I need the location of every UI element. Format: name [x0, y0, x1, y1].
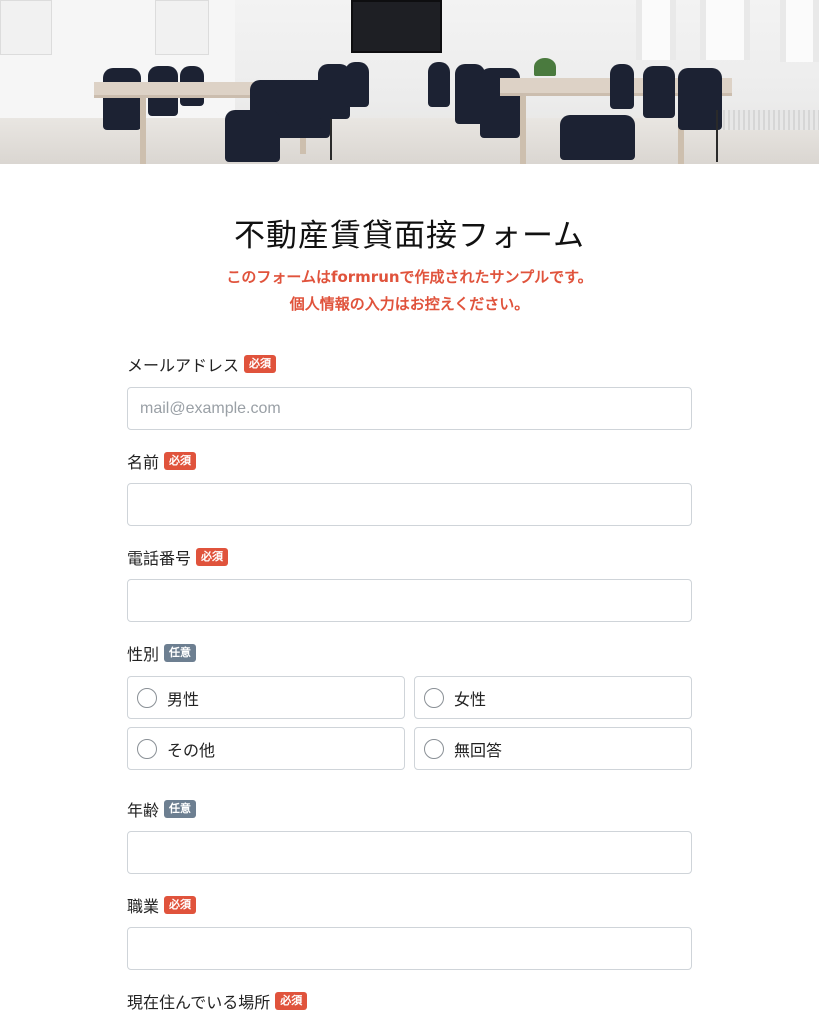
occupation-label: 職業: [127, 897, 160, 916]
header-image: [0, 0, 819, 164]
gender-option-female[interactable]: 女性: [414, 676, 692, 719]
required-badge: 必須: [164, 452, 197, 470]
age-field[interactable]: [127, 831, 692, 874]
email-field[interactable]: [127, 387, 692, 430]
option-label: 男性: [167, 689, 200, 709]
age-label-row: 年齢 任意: [127, 797, 197, 821]
required-badge: 必須: [196, 548, 229, 566]
gender-option-other[interactable]: その他: [127, 727, 405, 770]
name-label: 名前: [127, 453, 160, 472]
email-label: メールアドレス: [127, 356, 240, 375]
gender-option-male[interactable]: 男性: [127, 676, 405, 719]
occupation-label-row: 職業 必須: [127, 893, 197, 917]
gender-label-row: 性別 任意: [127, 641, 197, 665]
occupation-field[interactable]: [127, 927, 692, 970]
required-badge: 必須: [164, 896, 197, 914]
gender-option-no-answer[interactable]: 無回答: [414, 727, 692, 770]
option-label: 女性: [454, 689, 487, 709]
privacy-notice: 個人情報の入力はお控えください。: [289, 295, 530, 313]
optional-badge: 任意: [164, 644, 197, 662]
residence-label-row: 現在住んでいる場所 必須: [127, 989, 308, 1013]
option-label: 無回答: [454, 740, 503, 760]
radio-icon[interactable]: [137, 738, 157, 759]
optional-badge: 任意: [164, 800, 197, 818]
required-badge: 必須: [275, 992, 308, 1010]
age-label: 年齢: [127, 801, 160, 820]
radio-icon[interactable]: [424, 687, 444, 708]
phone-label-row: 電話番号 必須: [127, 545, 229, 569]
sample-notice: このフォームはformrunで作成されたサンプルです。: [226, 268, 593, 286]
option-label: その他: [167, 740, 216, 760]
required-badge: 必須: [244, 355, 277, 373]
radio-icon[interactable]: [424, 738, 444, 759]
email-label-row: メールアドレス 必須: [127, 352, 277, 376]
residence-label: 現在住んでいる場所: [127, 993, 271, 1012]
phone-field[interactable]: [127, 579, 692, 622]
name-label-row: 名前 必須: [127, 449, 197, 473]
radio-icon[interactable]: [137, 687, 157, 708]
name-field[interactable]: [127, 483, 692, 526]
phone-label: 電話番号: [127, 549, 192, 568]
form-title: 不動産賃貸面接フォーム: [233, 218, 586, 254]
gender-label: 性別: [127, 645, 160, 664]
